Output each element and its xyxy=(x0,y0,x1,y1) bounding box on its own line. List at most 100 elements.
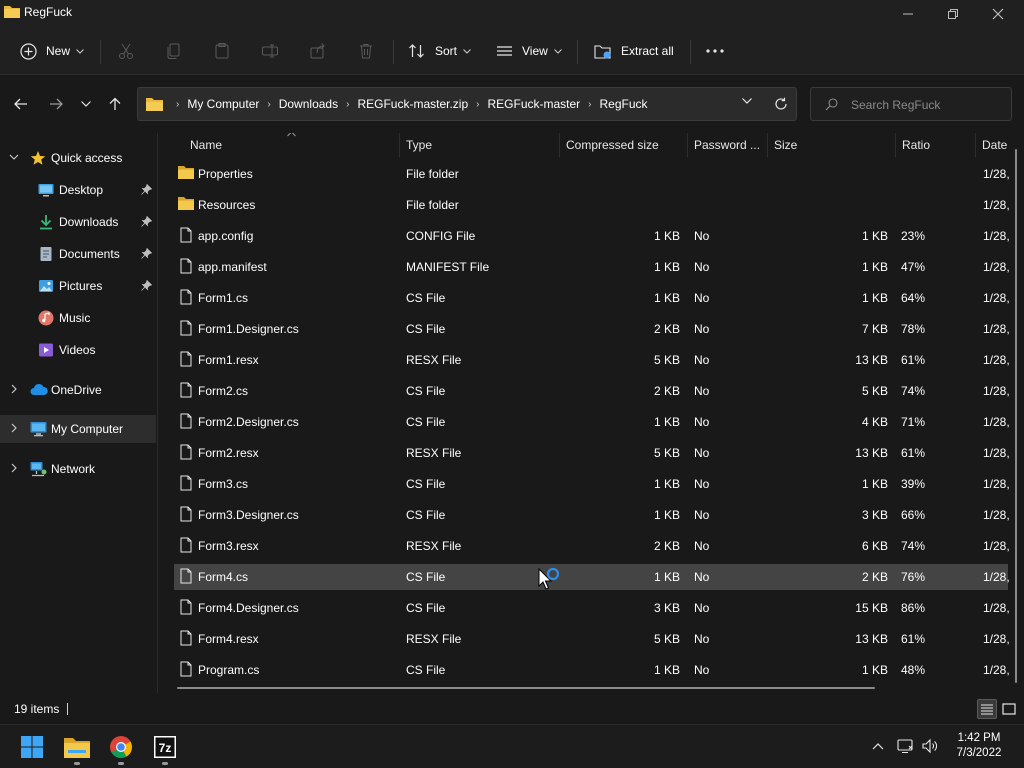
back-button[interactable] xyxy=(9,92,33,116)
breadcrumb-separator-chevron-icon[interactable]: › xyxy=(476,99,479,110)
pin-icon xyxy=(141,216,152,227)
file-row[interactable]: Resources File folder 1/28, xyxy=(174,192,1010,218)
show-hidden-icons-chevron-icon[interactable] xyxy=(869,737,887,755)
file-row[interactable]: Program.cs CS File 1 KB No 1 KB 48% 1/28, xyxy=(174,657,1010,683)
cut-icon[interactable] xyxy=(116,41,136,61)
sidebar-item-pictures[interactable]: Pictures xyxy=(0,272,156,300)
column-divider[interactable] xyxy=(895,133,896,157)
file-row[interactable]: Form1.Designer.cs CS File 2 KB No 7 KB 78% 1/2… xyxy=(174,316,1010,342)
file-row[interactable]: app.manifest MANIFEST File 1 KB No 1 KB 47% 1/… xyxy=(174,254,1010,280)
search-input[interactable] xyxy=(851,96,1001,114)
file-row[interactable]: Form4.cs CS File 1 KB No 2 KB 76% 1/28, xyxy=(174,564,1010,590)
file-row[interactable]: Form1.resx RESX File 5 KB No 13 KB 61% 1/28, xyxy=(174,347,1010,373)
expand-chevron-icon[interactable] xyxy=(9,152,19,162)
column-header-date[interactable]: Date xyxy=(982,138,1007,152)
chrome-icon[interactable] xyxy=(105,731,137,765)
sidebar-item-music[interactable]: Music xyxy=(0,304,156,332)
vertical-scrollbar[interactable] xyxy=(1015,149,1017,683)
refresh-icon[interactable] xyxy=(774,97,788,111)
delete-icon[interactable] xyxy=(356,41,376,61)
forward-button[interactable] xyxy=(44,92,68,116)
up-button[interactable] xyxy=(103,92,127,116)
toolbar-separator xyxy=(100,40,101,64)
column-divider[interactable] xyxy=(399,133,400,157)
breadcrumb-item[interactable]: REGFuck-master xyxy=(487,97,580,111)
view-button[interactable]: View xyxy=(496,28,562,74)
file-row[interactable]: Form4.resx RESX File 5 KB No 13 KB 61% 1/28, xyxy=(174,626,1010,652)
share-icon[interactable] xyxy=(308,41,328,61)
sidebar-item-my-computer[interactable]: My Computer xyxy=(0,415,156,443)
sidebar-item-videos[interactable]: Videos xyxy=(0,336,156,364)
column-divider[interactable] xyxy=(767,133,768,157)
sidebar-item-network[interactable]: Network xyxy=(0,455,156,483)
search-box[interactable] xyxy=(810,87,1012,121)
copy-icon[interactable] xyxy=(164,41,184,61)
breadcrumb-separator-chevron-icon[interactable]: › xyxy=(267,99,270,110)
file-icon xyxy=(178,661,194,677)
sidebar-item-downloads[interactable]: Downloads xyxy=(0,208,156,236)
breadcrumb-item[interactable]: REGFuck-master.zip xyxy=(357,97,468,111)
new-button[interactable]: New xyxy=(20,28,84,74)
file-ratio: 61% xyxy=(901,446,926,460)
column-header-ratio[interactable]: Ratio xyxy=(902,138,930,152)
sidebar-item-onedrive[interactable]: OneDrive xyxy=(0,376,156,404)
file-row[interactable]: Form3.resx RESX File 2 KB No 6 KB 74% 1/28, xyxy=(174,533,1010,559)
sort-button[interactable]: Sort xyxy=(408,28,471,74)
file-row[interactable]: Form3.cs CS File 1 KB No 1 KB 39% 1/28, xyxy=(174,471,1010,497)
file-row[interactable]: Form2.Designer.cs CS File 1 KB No 4 KB 71% 1/2… xyxy=(174,409,1010,435)
breadcrumb-item[interactable]: My Computer xyxy=(187,97,259,111)
breadcrumb-separator-chevron-icon[interactable]: › xyxy=(588,99,591,110)
extract-all-button[interactable]: Extract all xyxy=(594,28,674,74)
breadcrumb-separator-chevron-icon[interactable]: › xyxy=(176,99,179,110)
7zip-icon[interactable]: 7z xyxy=(149,731,181,765)
horizontal-scrollbar[interactable] xyxy=(177,687,875,689)
file-explorer-icon[interactable] xyxy=(61,731,93,765)
breadcrumb-separator-chevron-icon[interactable]: › xyxy=(346,99,349,110)
expand-chevron-icon[interactable] xyxy=(9,423,19,433)
file-row[interactable]: Form3.Designer.cs CS File 1 KB No 3 KB 66% 1/2… xyxy=(174,502,1010,528)
file-date: 1/28, xyxy=(983,229,1010,243)
breadcrumb-item[interactable]: Downloads xyxy=(279,97,338,111)
column-header-type[interactable]: Type xyxy=(406,138,432,152)
file-type: File folder xyxy=(406,198,459,212)
rename-icon[interactable] xyxy=(260,41,280,61)
close-button[interactable] xyxy=(975,0,1021,28)
column-header-size[interactable]: Size xyxy=(774,138,797,152)
file-row[interactable]: Form4.Designer.cs CS File 3 KB No 15 KB 86% 1/… xyxy=(174,595,1010,621)
expand-chevron-icon[interactable] xyxy=(9,463,19,473)
column-divider[interactable] xyxy=(559,133,560,157)
more-options-icon[interactable] xyxy=(705,41,725,61)
recent-locations-button[interactable] xyxy=(74,92,98,116)
file-row[interactable]: Form2.resx RESX File 5 KB No 13 KB 61% 1/28, xyxy=(174,440,1010,466)
details-view-button[interactable] xyxy=(977,699,997,719)
file-date: 1/28, xyxy=(983,353,1010,367)
file-compressed-size: 2 KB xyxy=(653,322,680,336)
breadcrumb-item[interactable]: RegFuck xyxy=(600,97,648,111)
volume-icon[interactable] xyxy=(921,737,939,755)
file-row[interactable]: Form2.cs CS File 2 KB No 5 KB 74% 1/28, xyxy=(174,378,1010,404)
windows-start-icon[interactable] xyxy=(16,731,48,763)
minimize-button[interactable] xyxy=(885,0,931,28)
file-icon xyxy=(178,599,194,615)
file-icon xyxy=(178,351,194,367)
file-row[interactable]: app.config CONFIG File 1 KB No 1 KB 23% 1/28, xyxy=(174,223,1010,249)
file-row[interactable]: Form1.cs CS File 1 KB No 1 KB 64% 1/28, xyxy=(174,285,1010,311)
paste-icon[interactable] xyxy=(212,41,232,61)
column-divider[interactable] xyxy=(975,133,976,157)
large-icons-view-button[interactable] xyxy=(999,699,1019,719)
sidebar-item-desktop[interactable]: Desktop xyxy=(0,176,156,204)
chevron-down-icon[interactable] xyxy=(742,98,752,104)
column-header-compressed-size[interactable]: Compressed size xyxy=(566,138,659,152)
network-status-icon[interactable] xyxy=(897,737,915,755)
address-bar[interactable]: › My Computer › Downloads › REGFuck-master.zi… xyxy=(137,87,797,121)
file-row[interactable]: Properties File folder 1/28, xyxy=(174,161,1010,187)
file-icon xyxy=(178,382,194,398)
column-divider[interactable] xyxy=(687,133,688,157)
expand-chevron-icon[interactable] xyxy=(9,384,19,394)
restore-button[interactable] xyxy=(930,0,976,28)
column-header-name[interactable]: Name xyxy=(190,138,222,152)
clock[interactable]: 1:42 PM 7/3/2022 xyxy=(948,731,1010,761)
sidebar-item-documents[interactable]: Documents xyxy=(0,240,156,268)
column-header-password[interactable]: Password ... xyxy=(694,138,760,152)
sidebar-item-quick-access[interactable]: Quick access xyxy=(0,144,156,172)
